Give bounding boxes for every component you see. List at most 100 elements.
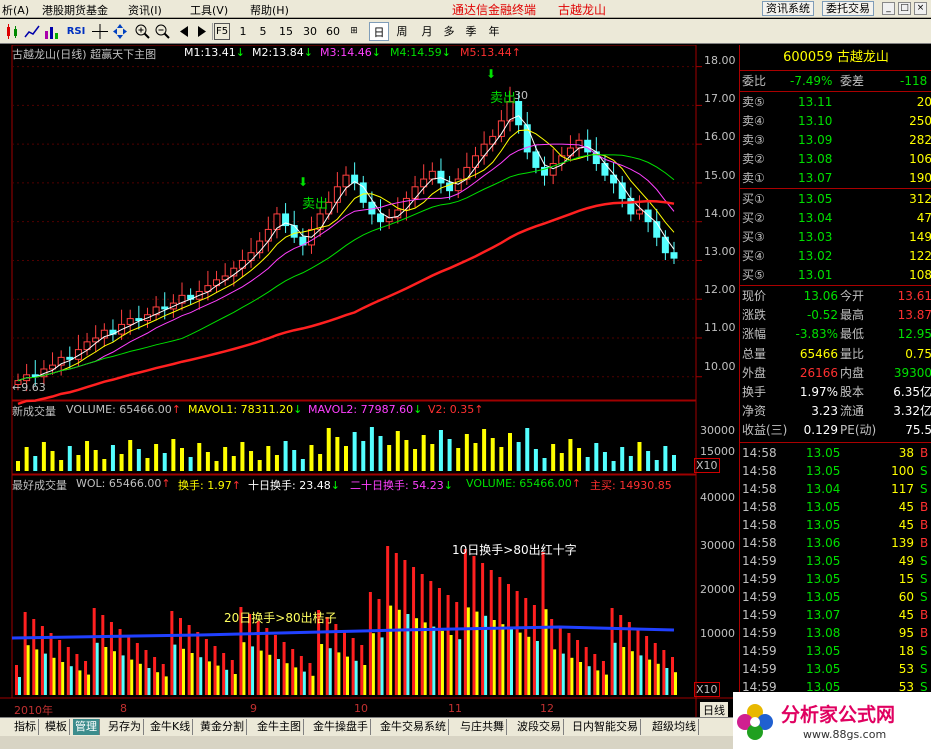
tab-1[interactable]: 模板 [43, 719, 70, 735]
menu-item-help[interactable]: 帮助(H) [250, 2, 289, 18]
period-day[interactable]: 日 [369, 22, 389, 41]
trend-icon[interactable] [24, 23, 40, 40]
volume-bar [559, 453, 564, 471]
period-f5[interactable]: F5 [214, 23, 230, 40]
ask-row[interactable]: 卖⑤ 13.11 20 [740, 93, 931, 111]
wol-bar [567, 633, 571, 695]
move-icon[interactable] [112, 23, 128, 40]
trade-button[interactable]: 委托交易 [822, 1, 874, 16]
wol-bar-alt [328, 648, 332, 695]
candle-body [333, 186, 341, 203]
bar-chart-icon[interactable] [44, 23, 60, 40]
wol-bar [127, 636, 131, 695]
bid-row[interactable]: 买① 13.05 312 [740, 190, 931, 208]
volume-bar [50, 451, 55, 471]
tab-12[interactable]: 超级均线 [650, 719, 699, 735]
period-15min[interactable]: 15 [277, 22, 295, 41]
close-icon[interactable]: × [914, 2, 927, 15]
wol-bar-alt [225, 669, 229, 695]
chart-area[interactable]: 古越龙山(日线) 超赢天下主图 M1:13.41↓ M2:13.84↓ M3:1… [0, 45, 740, 718]
wol-bar [170, 611, 174, 695]
stat-row: 涨幅 -3.83% 最低 12.95 [742, 327, 931, 342]
ask-row[interactable]: 卖① 13.07 190 [740, 169, 931, 187]
scroll-right-icon[interactable] [194, 23, 210, 40]
wol-bar [463, 549, 467, 695]
wol-bar-alt [285, 663, 289, 695]
menu-item-analysis[interactable]: 析(A) [2, 2, 29, 18]
ask-row[interactable]: 卖④ 13.10 250 [740, 112, 931, 130]
volume-bar [214, 461, 219, 471]
wol-bar-alt [233, 674, 237, 695]
volume-bar [205, 452, 210, 471]
tab-6[interactable]: 金牛主图 [255, 719, 304, 735]
wol-bar-alt [449, 635, 453, 695]
bid-row[interactable]: 买⑤ 13.01 108 [740, 266, 931, 284]
zoom-out-icon[interactable] [154, 23, 170, 40]
volume-bar [180, 448, 184, 471]
volume-bar [145, 458, 150, 471]
bid-row[interactable]: 买③ 13.03 149 [740, 228, 931, 246]
period-week[interactable]: 周 [393, 22, 411, 41]
wol-bar-alt [130, 659, 134, 695]
period-5min[interactable]: 5 [256, 22, 270, 41]
ask-row[interactable]: 卖② 13.08 106 [740, 150, 931, 168]
period-year[interactable]: 年 [485, 22, 503, 41]
candle-body [428, 170, 436, 180]
tab-3[interactable]: 另存为 [106, 719, 144, 735]
zoom-in-icon[interactable] [134, 23, 150, 40]
wol-annotation-1: 10日换手>80出红十字 [452, 543, 577, 557]
wol-bar [446, 595, 450, 695]
volume-bar [421, 435, 426, 471]
wol-bar-alt [639, 655, 643, 695]
ask-row[interactable]: 卖③ 13.09 282 [740, 131, 931, 149]
period-quarter[interactable]: 季 [462, 22, 480, 41]
menu-item-info[interactable]: 资讯(I) [128, 2, 162, 18]
scroll-left-icon[interactable] [176, 23, 192, 40]
x-axis-period[interactable]: 日线 [700, 702, 728, 718]
period-30min[interactable]: 30 [301, 22, 319, 41]
tab-11[interactable]: 日内智能交易 [570, 719, 641, 735]
rsi-button[interactable]: RSI [63, 22, 89, 41]
kline-chart[interactable] [0, 45, 740, 717]
crosshair-icon[interactable] [92, 23, 108, 40]
period-month[interactable]: 月 [418, 22, 436, 41]
wol-bar-alt [268, 654, 272, 695]
period-60min[interactable]: 60 [324, 22, 342, 41]
menu-item-tools[interactable]: 工具(V) [190, 2, 228, 18]
tab-0[interactable]: 指标 [12, 719, 39, 735]
ma-line-40 [17, 199, 675, 406]
wol-bar [135, 643, 139, 695]
volume-bar [620, 447, 625, 471]
stat-row: 外盘 26166 内盘 39300 [742, 365, 931, 380]
menu-item-hk-futures[interactable]: 港股期货基金 [42, 2, 108, 18]
tab-4[interactable]: 金牛K线 [148, 719, 194, 735]
wol-bar [420, 574, 424, 695]
maximize-icon[interactable]: □ [898, 2, 911, 15]
tab-7[interactable]: 金牛操盘手 [311, 719, 371, 735]
wol-bar-alt [475, 611, 479, 695]
wol-bar [645, 636, 649, 695]
wol-bar [334, 624, 338, 695]
period-extra[interactable]: ⊞ [347, 22, 361, 41]
volume-bar [542, 458, 547, 471]
toolbar: RSI F5 1 5 15 30 60 ⊞ 日 周 月 多 季 年 [0, 19, 931, 44]
bid-row[interactable]: 买② 13.04 47 [740, 209, 931, 227]
wol-bar-alt [26, 645, 30, 695]
tick-row: 14:58 13.05 45 B [742, 518, 929, 532]
period-multi[interactable]: 多 [440, 22, 458, 41]
wol-bar [360, 645, 364, 695]
tab-5[interactable]: 黄金分割 [198, 719, 247, 735]
wol-bar-alt [579, 662, 583, 695]
period-1min[interactable]: 1 [236, 22, 250, 41]
minimize-icon[interactable]: _ [882, 2, 895, 15]
tab-9[interactable]: 与庄共舞 [458, 719, 507, 735]
info-system-button[interactable]: 资讯系统 [762, 1, 814, 16]
tab-10[interactable]: 波段交易 [515, 719, 564, 735]
kline-icon[interactable] [4, 23, 20, 40]
tab-8[interactable]: 金牛交易系统 [378, 719, 449, 735]
bid-row[interactable]: 买④ 13.02 122 [740, 247, 931, 265]
price-tick-label: 12.00 [704, 283, 736, 297]
tab-2[interactable]: 管理 [73, 719, 100, 735]
volume-bar [473, 443, 478, 471]
quote-panel: 600059 古越龙山 委比 -7.49% 委差 -118 卖⑤ 13.11 20 卖… [739, 45, 931, 717]
